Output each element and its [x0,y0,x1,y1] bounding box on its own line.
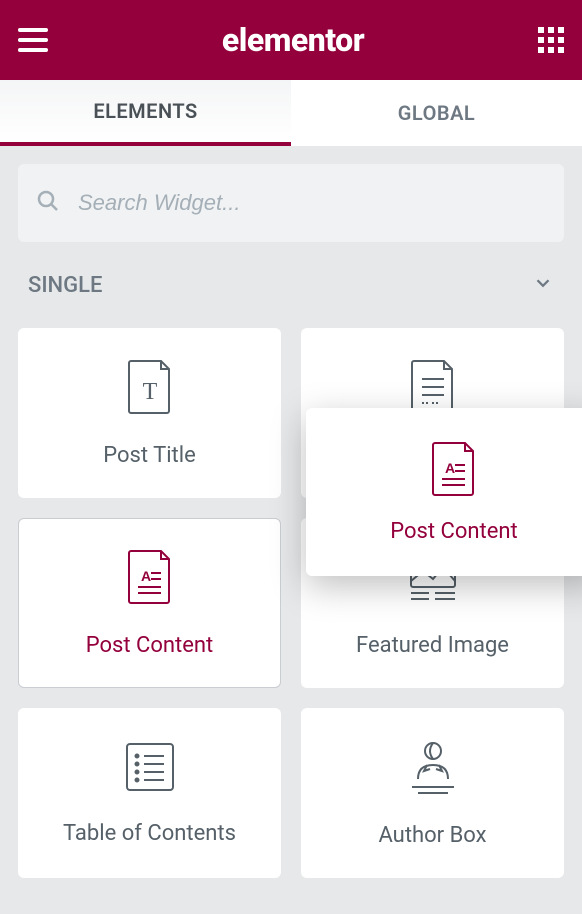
widget-label: Post Content [86,633,214,658]
apps-icon[interactable] [538,27,564,53]
menu-icon[interactable] [18,28,48,52]
widget-label: Author Box [378,823,486,848]
post-excerpt-icon [410,359,456,415]
section-title: SINGLE [28,273,102,298]
search-input[interactable] [78,190,546,216]
widget-label: Table of Contents [63,821,236,846]
tabs: ELEMENTS GLOBAL [0,80,582,146]
search-box [18,164,564,242]
dragging-widget[interactable]: A Post Content [306,408,582,576]
post-content-icon: A [127,549,173,605]
widget-label: Featured Image [356,633,509,658]
widget-post-content[interactable]: A Post Content [18,518,281,688]
chevron-down-icon [532,272,554,298]
widget-label: Post Title [103,443,196,468]
widget-author-box[interactable]: Author Box [301,708,564,878]
tab-elements[interactable]: ELEMENTS [0,80,291,146]
widgets-grid: T Post Title Post Excerpt [18,328,564,878]
svg-text:T: T [142,379,157,405]
logo: elementor [222,21,364,59]
author-box-icon [408,739,458,795]
post-content-icon: A [431,441,477,497]
table-of-contents-icon [124,741,176,793]
svg-text:A: A [445,460,455,476]
content-area: SINGLE T Post Title [0,146,582,896]
post-title-icon: T [127,359,173,415]
section-header[interactable]: SINGLE [18,272,564,298]
widget-label: Post Content [390,519,518,544]
header: elementor [0,0,582,80]
tab-global[interactable]: GLOBAL [291,80,582,146]
widget-post-title[interactable]: T Post Title [18,328,281,498]
widget-table-of-contents[interactable]: Table of Contents [18,708,281,878]
search-icon [36,189,60,217]
svg-text:A: A [141,568,151,584]
